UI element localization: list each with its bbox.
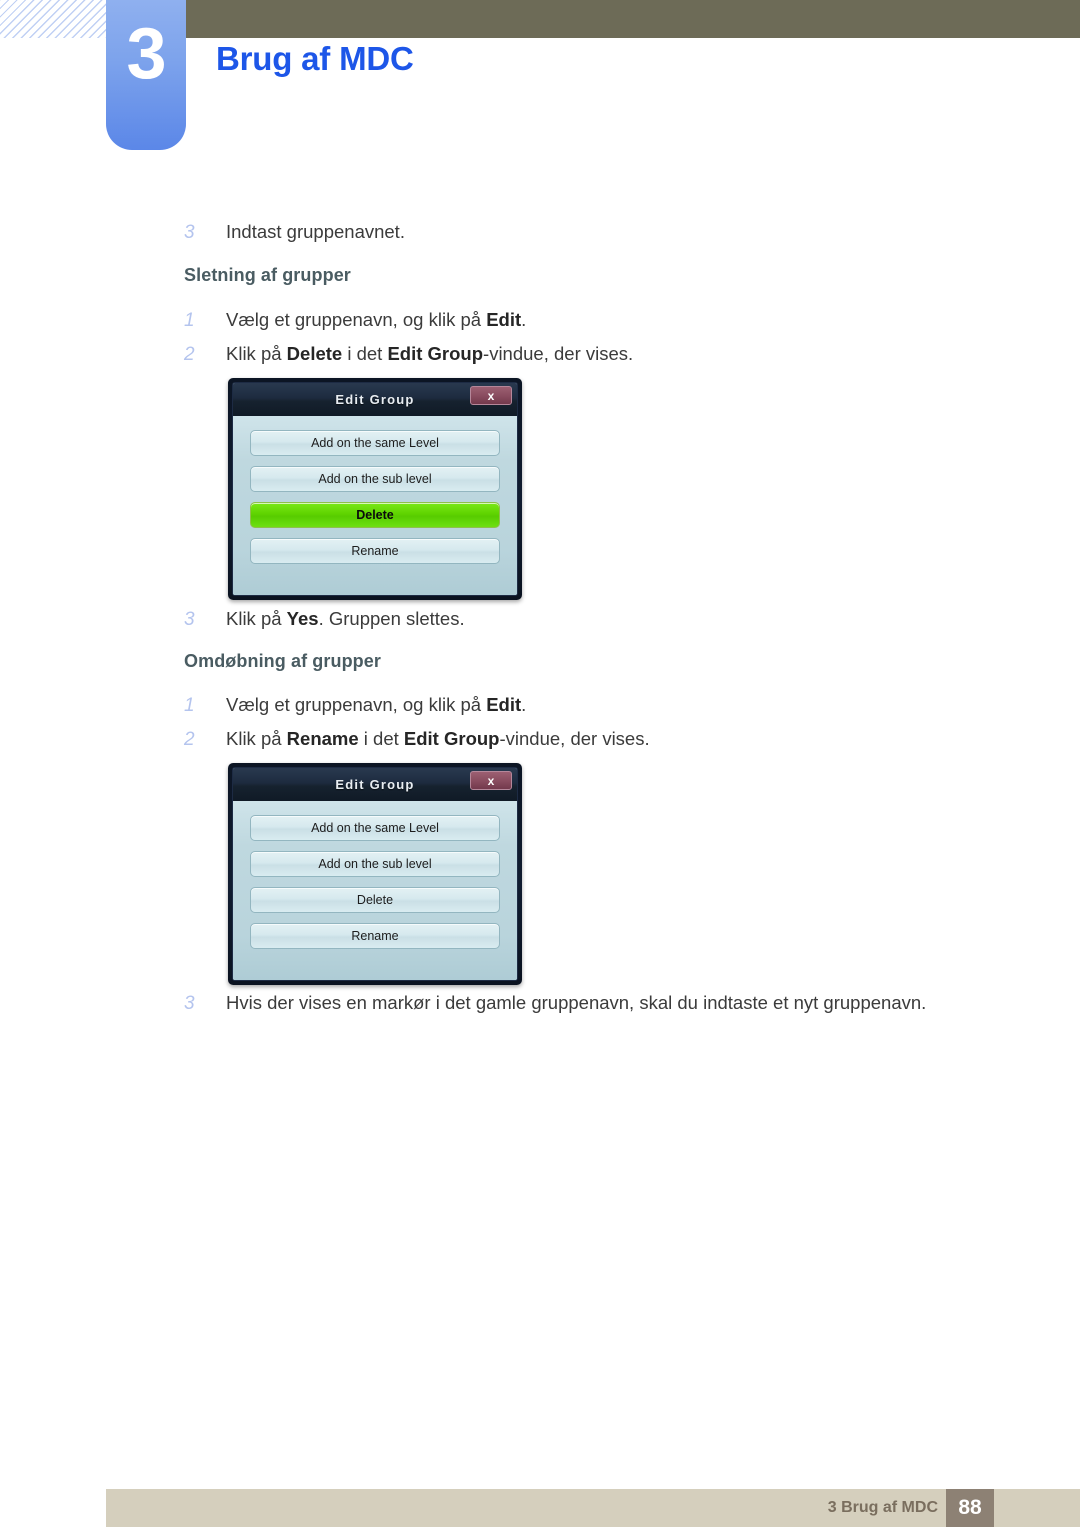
step-text: Hvis der vises en markør i det gamle gru… xyxy=(226,992,927,1013)
step-number: 3 xyxy=(184,609,195,630)
page-title: Brug af MDC xyxy=(216,40,414,77)
dialog-title: Edit Group xyxy=(335,392,415,407)
list-item: 1 Vælg et gruppenavn, og klik på Edit. xyxy=(184,693,526,718)
dialog-body: Add on the same Level Add on the sub lev… xyxy=(233,801,517,980)
close-icon[interactable]: x xyxy=(470,771,512,790)
step-number: 2 xyxy=(184,729,195,750)
rename-button[interactable]: Rename xyxy=(250,923,500,949)
list-item: 3 Hvis der vises en markør i det gamle g… xyxy=(184,991,926,1016)
delete-button[interactable]: Delete xyxy=(250,887,500,913)
edit-group-dialog-rename: Edit Group x Add on the same Level Add o… xyxy=(228,763,522,985)
dialog-title: Edit Group xyxy=(335,777,415,792)
add-same-level-button[interactable]: Add on the same Level xyxy=(250,430,500,456)
chapter-number: 3 xyxy=(126,14,166,94)
dialog-inner: Edit Group x Add on the same Level Add o… xyxy=(232,767,518,981)
step-text: Klik på Rename i det Edit Group-vindue, … xyxy=(226,728,650,749)
chapter-tab: 3 xyxy=(106,0,186,150)
add-sub-level-button[interactable]: Add on the sub level xyxy=(250,466,500,492)
step-number: 1 xyxy=(184,310,195,331)
list-item: 3 Indtast gruppenavnet. xyxy=(184,220,405,245)
step-number: 1 xyxy=(184,695,195,716)
hatch-decoration xyxy=(0,0,107,38)
list-item: 1 Vælg et gruppenavn, og klik på Edit. xyxy=(184,308,526,333)
close-icon[interactable]: x xyxy=(470,386,512,405)
dialog-body: Add on the same Level Add on the sub lev… xyxy=(233,416,517,595)
page-footer: 3 Brug af MDC 88 xyxy=(106,1489,1080,1527)
step-text: Klik på Delete i det Edit Group-vindue, … xyxy=(226,343,634,364)
footer-chapter-label: 3 Brug af MDC xyxy=(827,1499,938,1516)
page-number: 88 xyxy=(958,1496,982,1519)
step-number: 2 xyxy=(184,344,195,365)
step-text: Klik på Yes. Gruppen slettes. xyxy=(226,608,465,629)
step-text: Vælg et gruppenavn, og klik på Edit. xyxy=(226,309,527,330)
dialog-titlebar: Edit Group x xyxy=(233,383,517,416)
section-heading-delete: Sletning af grupper xyxy=(184,265,351,285)
list-item: 3 Klik på Yes. Gruppen slettes. xyxy=(184,607,465,632)
add-same-level-button[interactable]: Add on the same Level xyxy=(250,815,500,841)
list-item: 2 Klik på Delete i det Edit Group-vindue… xyxy=(184,342,633,367)
add-sub-level-button[interactable]: Add on the sub level xyxy=(250,851,500,877)
header-olive-bar xyxy=(185,0,1080,38)
step-number: 3 xyxy=(184,993,195,1014)
step-text: Vælg et gruppenavn, og klik på Edit. xyxy=(226,694,527,715)
list-item: 2 Klik på Rename i det Edit Group-vindue… xyxy=(184,727,650,752)
page-number-box: 88 xyxy=(946,1489,994,1527)
section-heading-rename: Omdøbning af grupper xyxy=(184,651,381,671)
dialog-titlebar: Edit Group x xyxy=(233,768,517,801)
delete-button[interactable]: Delete xyxy=(250,502,500,528)
rename-button[interactable]: Rename xyxy=(250,538,500,564)
step-number: 3 xyxy=(184,222,195,243)
page-header: 3 Brug af MDC xyxy=(0,0,1080,160)
dialog-inner: Edit Group x Add on the same Level Add o… xyxy=(232,382,518,596)
step-text: Indtast gruppenavnet. xyxy=(226,221,405,242)
edit-group-dialog-delete: Edit Group x Add on the same Level Add o… xyxy=(228,378,522,600)
